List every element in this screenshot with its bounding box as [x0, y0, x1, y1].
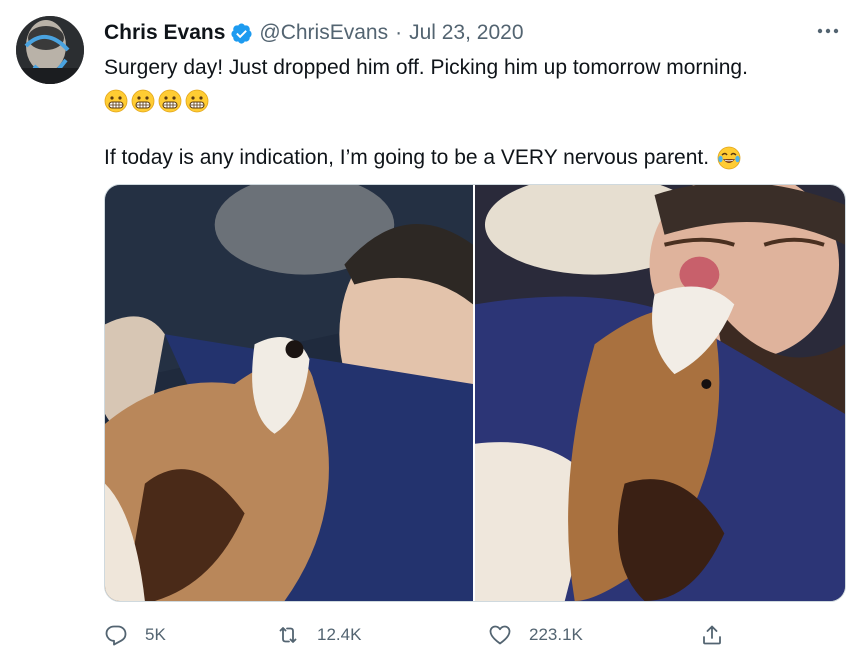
tweet-line-2-text: If today is any indication, I’m going to…	[104, 146, 710, 169]
heart-icon	[489, 625, 511, 645]
verified-badge-icon	[230, 22, 253, 45]
tweet[interactable]: Chris Evans @ChrisEvans · Jul 23, 2020 S…	[0, 0, 862, 659]
tweet-line-1: Surgery day! Just dropped him off. Picki…	[104, 56, 748, 79]
face-with-tears-of-joy-emoji	[717, 146, 741, 170]
grimacing-face-emoji	[131, 89, 155, 113]
tweet-header: Chris Evans @ChrisEvans · Jul 23, 2020	[104, 18, 524, 48]
author-name[interactable]: Chris Evans	[104, 21, 225, 45]
more-icon	[817, 28, 839, 34]
share-button[interactable]	[700, 618, 724, 652]
tweet-media	[104, 184, 846, 602]
retweet-icon	[279, 627, 297, 643]
retweet-count: 12.4K	[317, 625, 362, 644]
avatar[interactable]	[16, 16, 84, 84]
photo-2-image	[475, 185, 845, 601]
avatar-image	[16, 16, 84, 84]
share-icon	[703, 625, 721, 645]
grimacing-face-emoji	[158, 89, 182, 113]
tweet-text: Surgery day! Just dropped him off. Picki…	[104, 52, 849, 174]
author-handle[interactable]: @ChrisEvans	[259, 21, 388, 45]
grimacing-face-emoji	[104, 89, 128, 113]
reply-button[interactable]: 5K	[104, 618, 166, 652]
tweet-date[interactable]: Jul 23, 2020	[409, 21, 523, 45]
more-options-button[interactable]	[812, 18, 844, 44]
reply-icon	[105, 625, 127, 646]
like-button[interactable]: 223.1K	[488, 618, 583, 652]
grimacing-face-emoji	[185, 89, 209, 113]
tweet-line-2: If today is any indication, I’m going to…	[104, 142, 849, 174]
emoji-row	[104, 86, 849, 116]
tweet-actions: 5K 12.4K 223.1K	[104, 618, 744, 652]
reply-count: 5K	[145, 625, 166, 644]
photo-2[interactable]	[475, 185, 845, 601]
photo-1[interactable]	[105, 185, 473, 601]
photo-1-image	[105, 185, 473, 601]
like-count: 223.1K	[529, 625, 583, 644]
retweet-button[interactable]: 12.4K	[276, 618, 361, 652]
separator-dot: ·	[395, 21, 403, 44]
